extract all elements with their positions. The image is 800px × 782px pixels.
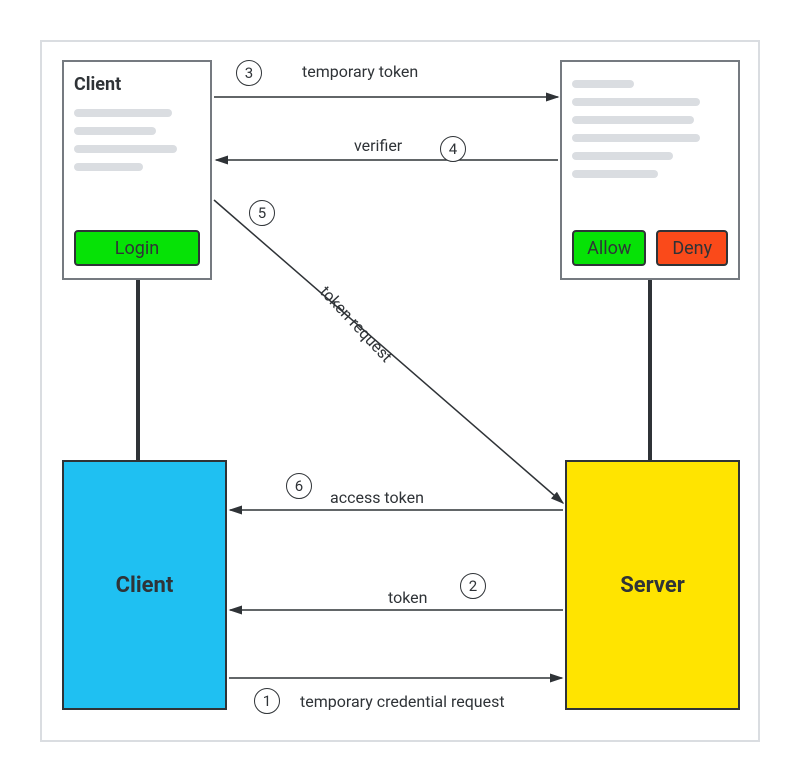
client-block: Client [62, 460, 227, 710]
placeholder-line [74, 145, 177, 153]
authorization-panel: Allow Deny [560, 60, 740, 280]
client-vertical-connector [136, 280, 140, 460]
label-step-1: temporary credential request [300, 692, 505, 711]
label-step-2: token [388, 588, 427, 607]
deny-button[interactable]: Deny [656, 230, 728, 266]
placeholder-line [572, 134, 700, 142]
placeholder-line [74, 109, 172, 117]
step-number-6: 6 [286, 473, 312, 499]
step-number-2: 2 [460, 573, 486, 599]
placeholder-line [572, 116, 694, 124]
login-button[interactable]: Login [74, 230, 200, 266]
allow-button[interactable]: Allow [572, 230, 646, 266]
placeholder-line [572, 98, 700, 106]
placeholder-line [572, 152, 673, 160]
step-number-4: 4 [440, 136, 466, 162]
client-panel-title: Client [74, 74, 200, 95]
step-number-3: 3 [236, 60, 262, 86]
placeholder-line [572, 80, 634, 88]
placeholder-line [74, 163, 143, 171]
server-vertical-connector [648, 280, 652, 460]
label-step-6: access token [330, 488, 424, 507]
client-login-panel: Client Login [62, 60, 212, 280]
label-step-3: temporary token [302, 62, 418, 81]
step-number-1: 1 [254, 688, 280, 714]
placeholder-line [74, 127, 156, 135]
placeholder-line [572, 170, 658, 178]
step-number-5: 5 [249, 200, 275, 226]
label-step-4: verifier [354, 136, 402, 155]
server-block: Server [565, 460, 740, 710]
